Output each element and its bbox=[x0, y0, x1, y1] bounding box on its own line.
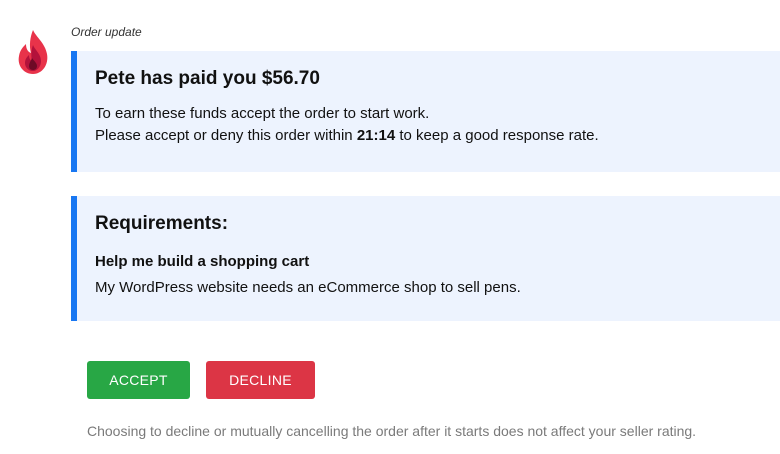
flame-icon bbox=[14, 28, 52, 76]
requirement-description: My WordPress website needs an eCommerce … bbox=[95, 279, 521, 296]
deadline-suffix: to keep a good response rate. bbox=[395, 127, 599, 144]
payment-panel: Pete has paid you $56.70 To earn these f… bbox=[71, 51, 780, 172]
decline-info-note: Choosing to decline or mutually cancelli… bbox=[87, 423, 697, 439]
deadline-prefix: Please accept or deny this order within bbox=[95, 127, 357, 144]
response-deadline-text: Please accept or deny this order within … bbox=[95, 125, 780, 147]
accept-button[interactable]: ACCEPT bbox=[87, 361, 190, 399]
countdown-timer: 21:14 bbox=[356, 127, 396, 144]
payment-instructions: To earn these funds accept the order to … bbox=[95, 105, 430, 122]
payment-heading: Pete has paid you $56.70 bbox=[95, 68, 320, 89]
decline-button[interactable]: DECLINE bbox=[206, 361, 315, 399]
message-type-label: Order update bbox=[71, 25, 142, 39]
order-update-message: Order update Pete has paid you $56.70 To… bbox=[0, 0, 780, 454]
requirements-heading: Requirements: bbox=[95, 213, 229, 234]
requirement-title: Help me build a shopping cart bbox=[95, 253, 310, 270]
requirements-panel: Requirements: Help me build a shopping c… bbox=[71, 196, 780, 321]
